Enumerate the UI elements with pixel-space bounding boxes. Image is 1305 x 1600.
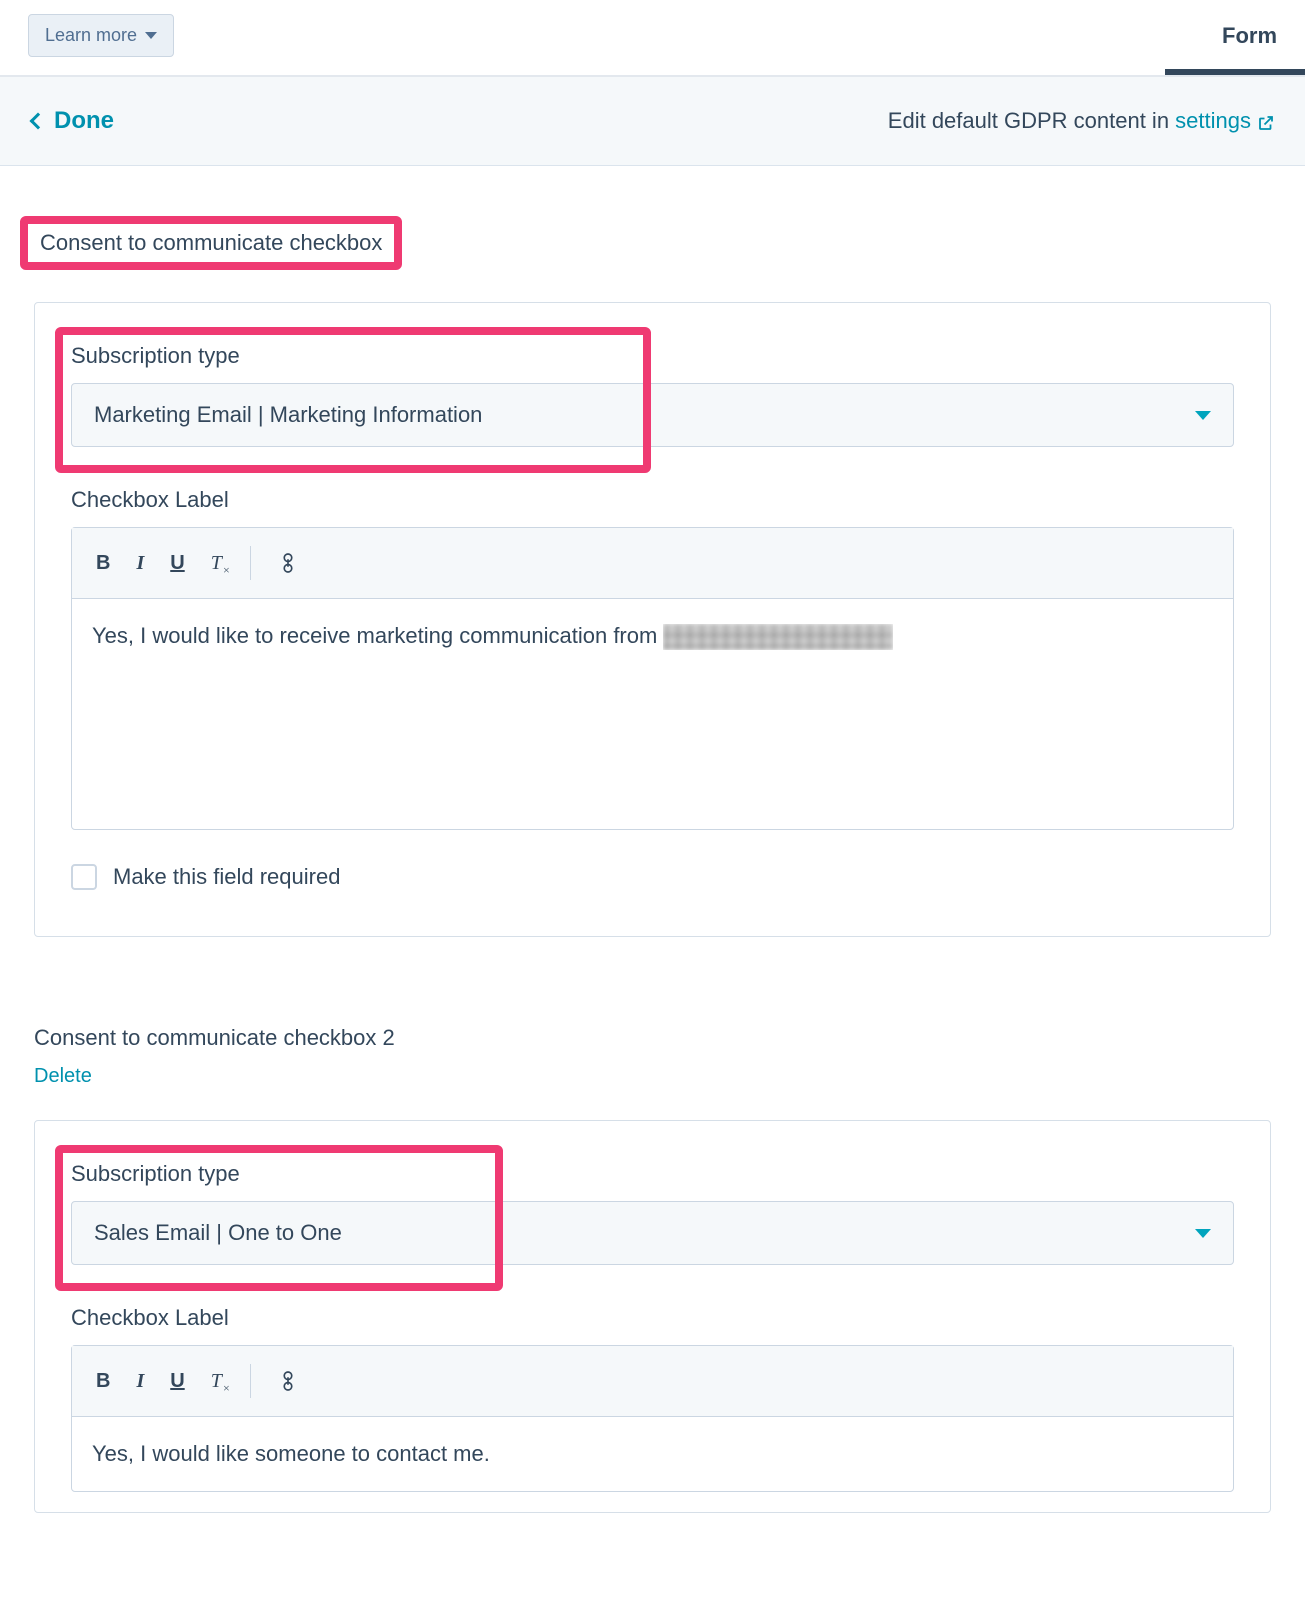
learn-more-label: Learn more xyxy=(45,25,137,46)
subscription-block-1: Subscription type Marketing Email | Mark… xyxy=(71,343,1234,447)
external-link-icon xyxy=(1257,112,1275,130)
underline-button[interactable]: U xyxy=(170,1371,184,1391)
checkbox-label-heading-2: Checkbox Label xyxy=(71,1305,1234,1331)
done-link[interactable]: Done xyxy=(32,107,114,135)
bold-button[interactable]: B xyxy=(96,1371,110,1391)
required-checkbox-1[interactable] xyxy=(71,864,97,890)
subscription-type-select-1[interactable]: Marketing Email | Marketing Information xyxy=(71,383,1234,447)
settings-link[interactable]: settings xyxy=(1175,108,1275,134)
subscription-type-label-2: Subscription type xyxy=(71,1161,1234,1187)
rte-body-1[interactable]: Yes, I would like to receive marketing c… xyxy=(72,599,1233,829)
section2-header: Consent to communicate checkbox 2 Delete xyxy=(34,1017,1271,1088)
subscription-block-2: Subscription type Sales Email | One to O… xyxy=(71,1161,1234,1265)
checkbox-label-text-1: Yes, I would like to receive marketing c… xyxy=(92,623,663,648)
redacted-text xyxy=(663,624,893,650)
clear-format-button[interactable]: T xyxy=(211,1371,222,1391)
underline-button[interactable]: U xyxy=(170,553,184,573)
consent-panel-1: Subscription type Marketing Email | Mark… xyxy=(34,302,1271,937)
required-label-1: Make this field required xyxy=(113,864,340,890)
subscription-type-select-2[interactable]: Sales Email | One to One xyxy=(71,1201,1234,1265)
subscription-type-label-1: Subscription type xyxy=(71,343,1234,369)
caret-down-icon xyxy=(1195,411,1211,420)
chevron-left-icon xyxy=(30,113,47,130)
toolbar-separator xyxy=(250,546,251,580)
checkbox-label-text-2: Yes, I would like someone to contact me. xyxy=(92,1441,490,1466)
gdpr-settings-text: Edit default GDPR content in settings xyxy=(888,108,1275,134)
toolbar-separator xyxy=(250,1364,251,1398)
done-label: Done xyxy=(54,107,114,135)
clear-format-button[interactable]: T xyxy=(211,553,222,573)
form-tab-underline xyxy=(1165,69,1305,75)
rte-body-2[interactable]: Yes, I would like someone to contact me. xyxy=(72,1417,1233,1491)
form-tab-text: Form xyxy=(1222,23,1277,48)
italic-button[interactable]: I xyxy=(136,553,144,573)
bold-button[interactable]: B xyxy=(96,553,110,573)
checkbox-label-heading-1: Checkbox Label xyxy=(71,487,1234,513)
section1-title: Consent to communicate checkbox xyxy=(40,230,382,256)
section1-title-highlight: Consent to communicate checkbox xyxy=(20,216,402,270)
rte-toolbar-2: B I U T xyxy=(72,1346,1233,1417)
subheader: Done Edit default GDPR content in settin… xyxy=(0,77,1305,166)
rte-toolbar-1: B I U T xyxy=(72,528,1233,599)
page-body: Consent to communicate checkbox Subscrip… xyxy=(0,166,1305,1553)
subscription-type-value-1: Marketing Email | Marketing Information xyxy=(94,402,482,428)
required-checkbox-row-1: Make this field required xyxy=(71,864,1234,890)
link-button[interactable] xyxy=(279,552,297,574)
learn-more-button[interactable]: Learn more xyxy=(28,14,174,57)
link-button[interactable] xyxy=(279,1370,297,1392)
section2-title: Consent to communicate checkbox 2 xyxy=(34,1017,405,1059)
italic-button[interactable]: I xyxy=(136,1371,144,1391)
caret-down-icon xyxy=(145,32,157,39)
form-tab-label[interactable]: Form xyxy=(1222,23,1277,49)
gdpr-prefix: Edit default GDPR content in xyxy=(888,108,1175,133)
subscription-type-value-2: Sales Email | One to One xyxy=(94,1220,342,1246)
delete-link[interactable]: Delete xyxy=(34,1065,92,1088)
caret-down-icon xyxy=(1195,1229,1211,1238)
rich-text-editor-2: B I U T Yes, I would like someone to con… xyxy=(71,1345,1234,1492)
settings-link-label: settings xyxy=(1175,108,1251,134)
rich-text-editor-1: B I U T Yes, I would like to receive mar… xyxy=(71,527,1234,830)
topbar: Learn more Form xyxy=(0,0,1305,77)
consent-panel-2: Subscription type Sales Email | One to O… xyxy=(34,1120,1271,1513)
